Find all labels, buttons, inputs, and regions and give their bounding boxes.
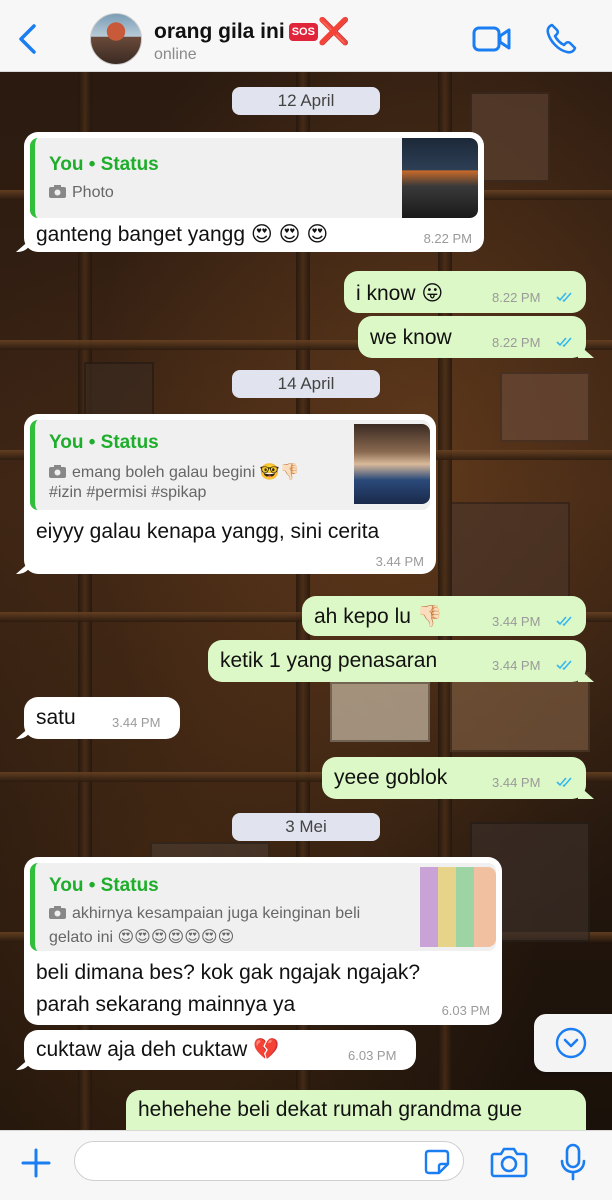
avatar[interactable] xyxy=(90,13,142,65)
camera-icon xyxy=(49,906,66,919)
message-text: ganteng banget yangg 😍 😍 😍 xyxy=(36,223,329,246)
quote-text-line2: gelato ini 😍😍😍😍😍😍😍 xyxy=(49,929,235,946)
message-input-bar xyxy=(0,1130,612,1200)
message-time: 8.22 PM xyxy=(492,290,541,305)
status-thumbnail xyxy=(420,867,496,947)
message-text-line2: parah sekarang mainnya ya xyxy=(36,993,296,1016)
quote-title: You • Status xyxy=(49,432,159,453)
camera-icon xyxy=(49,185,66,198)
message-text: yeee goblok xyxy=(334,766,448,789)
contact-status: online xyxy=(154,46,197,63)
date-separator: 12 April xyxy=(232,87,380,115)
message-text: eiyyy galau kenapa yangg, sini cerita xyxy=(36,520,380,543)
quote-text: Photo xyxy=(49,184,114,202)
scroll-to-bottom-button[interactable] xyxy=(534,1014,612,1072)
camera-icon[interactable] xyxy=(490,1145,528,1179)
outgoing-message[interactable]: we know 8.22 PM xyxy=(358,316,586,358)
message-time: 3.44 PM xyxy=(375,554,424,569)
read-receipt-icon xyxy=(556,337,572,348)
message-time: 3.44 PM xyxy=(492,658,541,673)
incoming-message-reply[interactable]: You • Status emang boleh galau begini 🤓👎… xyxy=(24,414,436,574)
message-time: 6.03 PM xyxy=(348,1048,397,1063)
message-text: cuktaw aja deh cuktaw 💔 xyxy=(36,1038,280,1061)
message-text: satu xyxy=(36,706,76,729)
chat-header: orang gila ini SOS ❌ online xyxy=(0,0,612,72)
quoted-status[interactable]: You • Status Photo xyxy=(30,138,478,218)
read-receipt-icon xyxy=(556,616,572,627)
date-separator: 3 Mei xyxy=(232,813,380,841)
quoted-status[interactable]: You • Status emang boleh galau begini 🤓👎… xyxy=(30,420,430,510)
message-text: ketik 1 yang penasaran xyxy=(220,649,438,672)
outgoing-message[interactable]: i know 😛 8.22 PM xyxy=(344,271,586,313)
message-text: ah kepo lu 👎🏻 xyxy=(314,605,443,628)
microphone-icon[interactable] xyxy=(560,1143,586,1181)
quoted-status[interactable]: You • Status akhirnya kesampaian juga ke… xyxy=(30,863,496,951)
sticker-icon[interactable] xyxy=(424,1149,450,1175)
outgoing-message[interactable]: yeee goblok 3.44 PM xyxy=(322,757,586,799)
quote-title: You • Status xyxy=(49,875,159,896)
message-time: 3.44 PM xyxy=(492,775,541,790)
phone-icon[interactable] xyxy=(544,22,578,56)
message-time: 8.22 PM xyxy=(423,231,472,246)
read-receipt-icon xyxy=(556,660,572,671)
message-input[interactable] xyxy=(74,1141,464,1181)
read-receipt-icon xyxy=(556,777,572,788)
incoming-message[interactable]: satu 3.44 PM xyxy=(24,697,180,739)
quote-text: akhirnya kesampaian juga keinginan beli xyxy=(49,905,360,923)
chevron-left-icon[interactable] xyxy=(14,22,42,56)
incoming-message-reply[interactable]: You • Status Photo ganteng banget yangg … xyxy=(24,132,484,252)
quote-text: emang boleh galau begini 🤓👎🏻 xyxy=(49,462,300,482)
message-time: 3.44 PM xyxy=(492,614,541,629)
quote-title: You • Status xyxy=(49,154,159,175)
chevron-down-circle-icon xyxy=(555,1027,587,1059)
outgoing-message[interactable]: hehehehe beli dekat rumah grandma gue xyxy=(126,1090,586,1130)
outgoing-message[interactable]: ketik 1 yang penasaran 3.44 PM xyxy=(208,640,586,682)
message-text: hehehehe beli dekat rumah grandma gue xyxy=(138,1098,523,1121)
read-receipt-icon xyxy=(556,292,572,303)
message-time: 3.44 PM xyxy=(112,715,161,730)
camera-icon xyxy=(49,465,66,478)
message-text: beli dimana bes? kok gak ngajak ngajak? xyxy=(36,961,421,984)
incoming-message[interactable]: cuktaw aja deh cuktaw 💔 6.03 PM xyxy=(24,1030,416,1070)
contact-name[interactable]: orang gila ini SOS ❌ xyxy=(154,16,350,47)
message-time: 6.03 PM xyxy=(441,1003,490,1018)
outgoing-message[interactable]: ah kepo lu 👎🏻 3.44 PM xyxy=(302,596,586,636)
message-text: we know xyxy=(370,326,452,349)
date-separator: 14 April xyxy=(232,370,380,398)
video-camera-icon[interactable] xyxy=(472,25,512,53)
status-thumbnail xyxy=(402,138,478,218)
sos-emoji-icon: SOS xyxy=(288,23,318,41)
message-text: i know 😛 xyxy=(356,282,444,305)
incoming-message-reply[interactable]: You • Status akhirnya kesampaian juga ke… xyxy=(24,857,502,1025)
message-time: 8.22 PM xyxy=(492,335,541,350)
cross-mark-icon: ❌ xyxy=(317,16,351,46)
quote-text-line2: #izin #permisi #spikap xyxy=(49,484,207,501)
plus-icon[interactable] xyxy=(18,1145,54,1181)
status-thumbnail xyxy=(354,424,430,504)
